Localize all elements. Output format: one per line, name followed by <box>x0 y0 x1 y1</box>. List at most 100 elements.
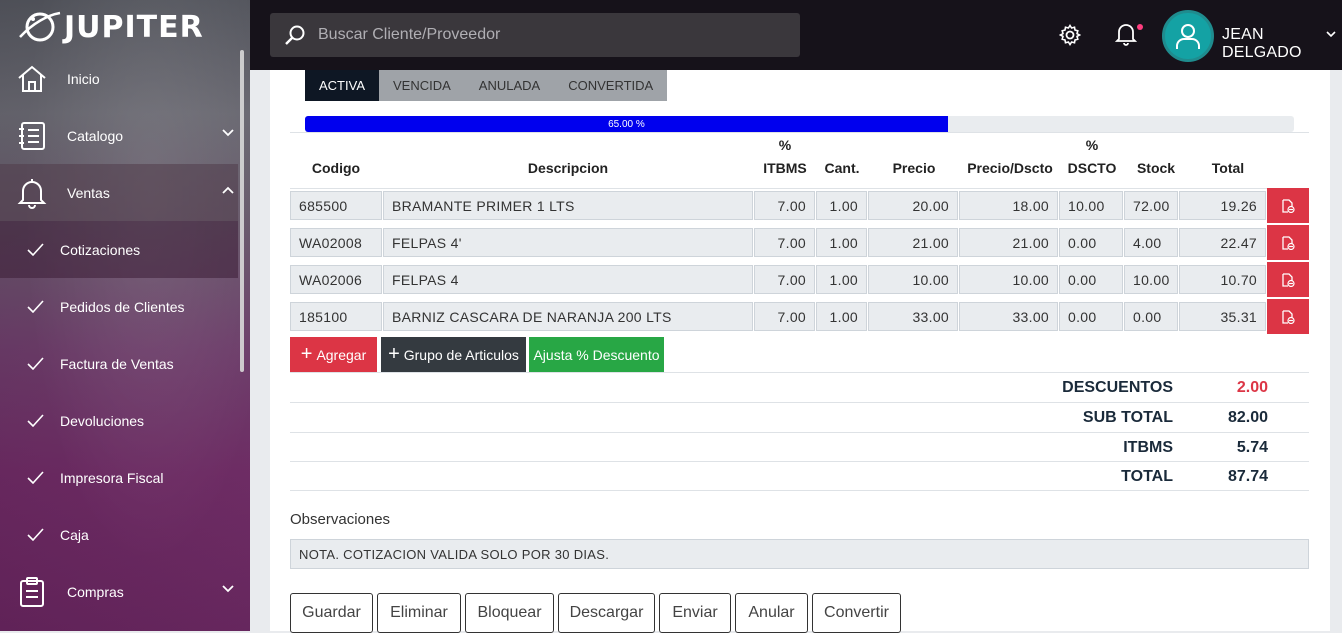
sidebar-subitem-factura[interactable]: Factura de Ventas <box>0 335 238 392</box>
sidebar-subitem-caja[interactable]: Caja <box>0 506 238 563</box>
app-logo[interactable]: JUPITER <box>18 4 204 50</box>
cell-total[interactable]: 22.47 <box>1179 228 1266 257</box>
ajusta-label: Ajusta % Descuento <box>533 346 660 363</box>
chevron-down-icon <box>222 585 234 593</box>
guardar-button[interactable]: Guardar <box>290 593 373 633</box>
cell-stock[interactable]: 4.00 <box>1124 228 1178 257</box>
cell-descripcion[interactable]: FELPAS 4 <box>383 265 753 294</box>
cell-precio-dscto[interactable]: 10.00 <box>959 265 1058 294</box>
sidebar: JUPITER Inicio Catalogo Ventas Cotizacio… <box>0 0 250 631</box>
cell-total[interactable]: 19.26 <box>1179 191 1266 220</box>
cell-itbms[interactable]: 7.00 <box>754 191 815 220</box>
sidebar-subitem-label: Impresora Fiscal <box>60 469 164 486</box>
cell-cant[interactable]: 1.00 <box>816 265 867 294</box>
notification-badge <box>1137 24 1143 30</box>
col-total: Total <box>1211 160 1245 176</box>
delete-row-button[interactable] <box>1267 188 1309 223</box>
chevron-down-icon <box>222 129 234 137</box>
sidebar-item-catalogo[interactable]: Catalogo <box>0 107 238 164</box>
sidebar-subitem-cotizaciones[interactable]: Cotizaciones <box>0 221 238 278</box>
cell-dscto[interactable]: 0.00 <box>1059 302 1123 331</box>
cell-codigo[interactable]: WA02006 <box>290 265 382 294</box>
clipboard-icon <box>15 575 49 609</box>
search-input[interactable] <box>318 26 758 44</box>
col-precio: Precio <box>892 160 936 176</box>
cell-stock[interactable]: 0.00 <box>1124 302 1178 331</box>
cell-dscto[interactable]: 10.00 <box>1059 191 1123 220</box>
quote-panel: ACTIVA VENCIDA ANULADA CONVERTIDA 65.00 … <box>270 70 1330 633</box>
sidebar-subitem-impresora[interactable]: Impresora Fiscal <box>0 449 238 506</box>
tab-anulada[interactable]: ANULADA <box>464 70 555 101</box>
cell-itbms[interactable]: 7.00 <box>754 302 815 331</box>
anular-button[interactable]: Anular <box>735 593 808 633</box>
cell-itbms[interactable]: 7.00 <box>754 265 815 294</box>
delete-row-button[interactable] <box>1267 225 1309 260</box>
tab-vencida[interactable]: VENCIDA <box>379 70 465 101</box>
sidebar-item-ventas[interactable]: Ventas <box>0 164 238 221</box>
delete-row-button[interactable] <box>1267 299 1309 334</box>
eliminar-button[interactable]: Eliminar <box>377 593 461 633</box>
sidebar-subitem-label: Factura de Ventas <box>60 355 174 372</box>
status-tabs: ACTIVA VENCIDA ANULADA CONVERTIDA <box>305 70 668 101</box>
avatar[interactable] <box>1162 10 1214 62</box>
cell-precio[interactable]: 10.00 <box>868 265 958 294</box>
tab-convertida[interactable]: CONVERTIDA <box>554 70 668 101</box>
cell-cant[interactable]: 1.00 <box>816 302 867 331</box>
cell-dscto[interactable]: 0.00 <box>1059 265 1123 294</box>
cell-codigo[interactable]: WA02008 <box>290 228 382 257</box>
cell-cant[interactable]: 1.00 <box>816 228 867 257</box>
convertir-button[interactable]: Convertir <box>812 593 901 633</box>
enviar-button[interactable]: Enviar <box>659 593 731 633</box>
totals-descuentos: DESCUENTOS 2.00 <box>290 373 1309 402</box>
sidebar-item-compras[interactable]: Compras <box>0 563 238 620</box>
cell-dscto[interactable]: 0.00 <box>1059 228 1123 257</box>
agregar-button[interactable]: + Agregar <box>290 337 377 372</box>
cell-precio-dscto[interactable]: 21.00 <box>959 228 1058 257</box>
sidebar-item-inicio[interactable]: Inicio <box>0 50 238 107</box>
totals-total: TOTAL 87.74 <box>290 462 1309 491</box>
chevron-up-icon <box>222 186 234 194</box>
descuentos-label: DESCUENTOS <box>1062 379 1173 396</box>
username[interactable]: JEAN DELGADO <box>1222 26 1342 62</box>
cell-descripcion[interactable]: FELPAS 4' <box>383 228 753 257</box>
check-icon <box>27 528 44 541</box>
tab-activa[interactable]: ACTIVA <box>305 70 379 101</box>
col-dscto: % DSCTO <box>1060 134 1124 180</box>
cell-stock[interactable]: 72.00 <box>1124 191 1178 220</box>
cell-stock[interactable]: 10.00 <box>1124 265 1178 294</box>
cell-precio[interactable]: 33.00 <box>868 302 958 331</box>
cell-precio-dscto[interactable]: 33.00 <box>959 302 1058 331</box>
bloquear-button[interactable]: Bloquear <box>465 593 554 633</box>
ajusta-descuento-button[interactable]: Ajusta % Descuento <box>529 337 664 372</box>
notification-bell-icon[interactable] <box>1115 22 1137 46</box>
sidebar-subitem-pedidos[interactable]: Pedidos de Clientes <box>0 278 238 335</box>
page-scrollbar[interactable] <box>1330 70 1342 631</box>
delete-row-button[interactable] <box>1267 262 1309 297</box>
home-icon <box>15 62 49 96</box>
chevron-down-icon[interactable] <box>1326 31 1336 38</box>
cell-descripcion[interactable]: BARNIZ CASCARA DE NARANJA 200 LTS <box>383 302 753 331</box>
gear-icon[interactable] <box>1059 24 1081 46</box>
cell-total[interactable]: 35.31 <box>1179 302 1266 331</box>
descargar-button[interactable]: Descargar <box>558 593 655 633</box>
cell-cant[interactable]: 1.00 <box>816 191 867 220</box>
subtotal-label: SUB TOTAL <box>1082 409 1173 426</box>
search-box[interactable] <box>270 13 800 57</box>
sidebar-subitem-devoluciones[interactable]: Devoluciones <box>0 392 238 449</box>
cell-precio[interactable]: 21.00 <box>868 228 958 257</box>
app-name: JUPITER <box>64 9 204 45</box>
cell-total[interactable]: 10.70 <box>1179 265 1266 294</box>
cell-codigo[interactable]: 185100 <box>290 302 382 331</box>
cell-descripcion[interactable]: BRAMANTE PRIMER 1 LTS <box>383 191 753 220</box>
cell-codigo[interactable]: 685500 <box>290 191 382 220</box>
cell-itbms[interactable]: 7.00 <box>754 228 815 257</box>
totals-itbms: ITBMS 5.74 <box>290 433 1309 462</box>
sidebar-scrollbar[interactable] <box>240 50 244 372</box>
sidebar-item-label: Compras <box>67 583 124 600</box>
grupo-articulos-button[interactable]: + Grupo de Articulos <box>381 337 526 372</box>
planet-icon <box>19 11 61 42</box>
observaciones-field[interactable]: NOTA. COTIZACION VALIDA SOLO POR 30 DIAS… <box>290 539 1309 569</box>
cell-precio[interactable]: 20.00 <box>868 191 958 220</box>
cell-precio-dscto[interactable]: 18.00 <box>959 191 1058 220</box>
divider <box>290 132 1309 133</box>
